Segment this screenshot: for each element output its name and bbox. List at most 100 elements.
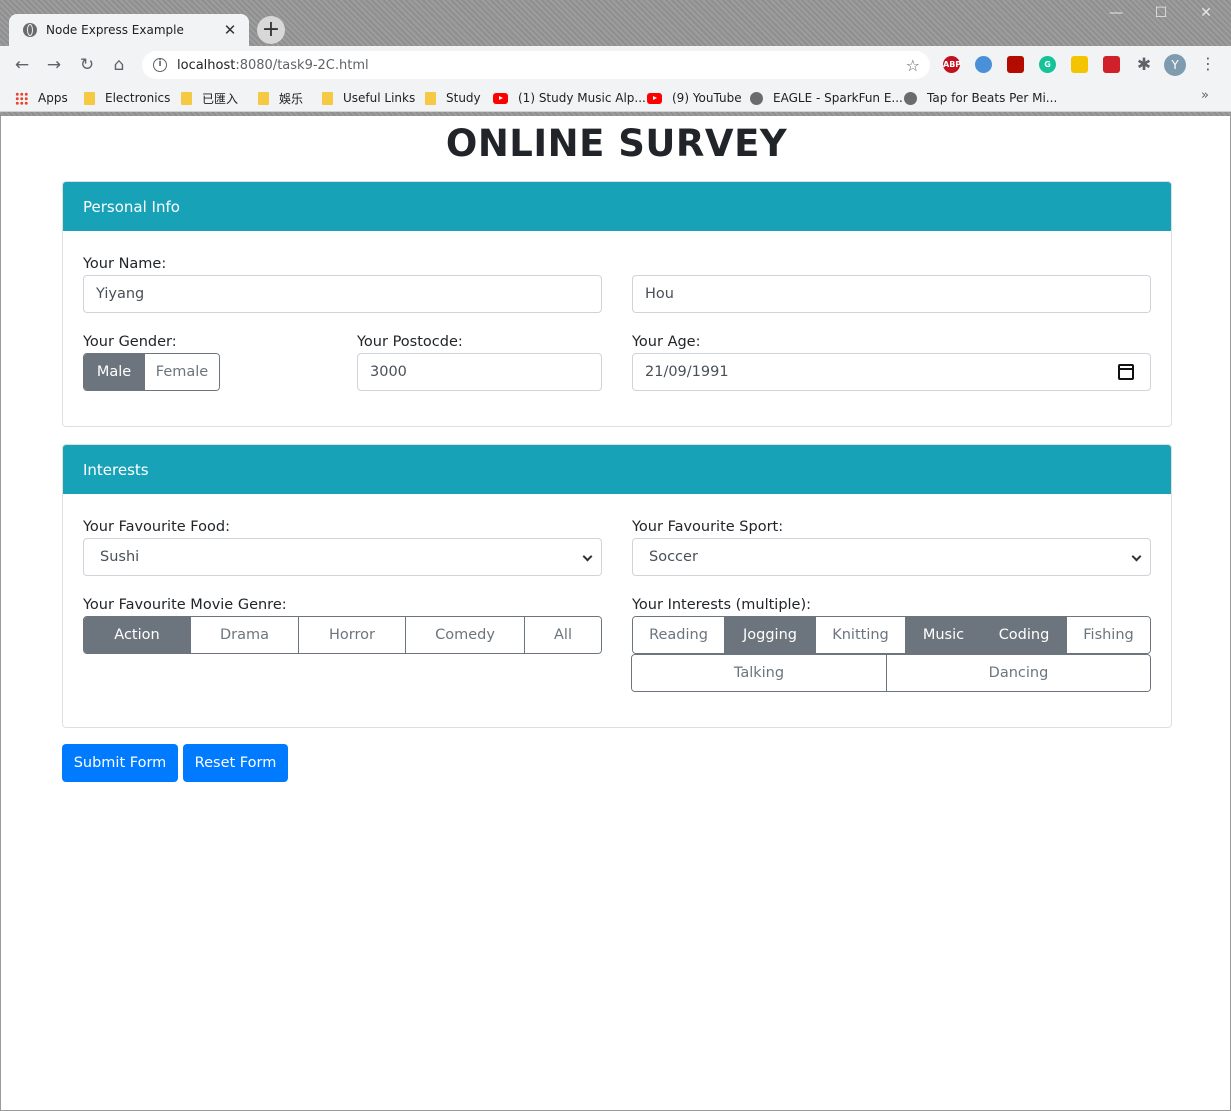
age-label: Your Age: xyxy=(632,334,701,350)
acrobat-extension-icon[interactable] xyxy=(1007,56,1024,73)
folder-icon xyxy=(425,91,436,105)
grammarly-extension-icon[interactable]: G xyxy=(1039,56,1056,73)
bookmark-eagle-sparkfun[interactable]: EAGLE - SparkFun E... xyxy=(750,89,903,107)
bookmark-label: Study xyxy=(446,91,481,105)
sport-selected-value: Soccer xyxy=(649,549,698,565)
postcode-input[interactable]: 3000 xyxy=(357,353,602,391)
youtube-icon xyxy=(493,92,508,104)
media-extension-icon[interactable] xyxy=(1103,56,1120,73)
dob-date-input[interactable]: 21/09/1991 xyxy=(632,353,1151,391)
bookmark-useful-links[interactable]: Useful Links xyxy=(322,89,415,107)
browser-tab[interactable]: Node Express Example ✕ xyxy=(9,14,249,46)
adblock-extension-icon[interactable]: ABP xyxy=(943,56,961,73)
bookmarks-bar: Apps Electronics 已匯入 娛乐 Useful Links Stu… xyxy=(0,84,1231,112)
last-name-input[interactable]: Hou xyxy=(632,275,1151,313)
browser-chrome: Node Express Example ✕ + — ☐ ✕ ← → ↻ ⌂ i… xyxy=(0,0,1231,116)
url-host: localhost xyxy=(177,57,236,73)
back-icon[interactable]: ← xyxy=(10,53,34,77)
interest-jogging-button[interactable]: Jogging xyxy=(724,617,815,653)
interest-music-button[interactable]: Music xyxy=(905,617,981,653)
profile-avatar[interactable]: Y xyxy=(1164,54,1186,76)
interests-toggle-row-1: Reading Jogging Knitting Music Coding Fi… xyxy=(632,616,1151,654)
interest-coding-button[interactable]: Coding xyxy=(981,617,1066,653)
tab-close-icon[interactable]: ✕ xyxy=(221,21,239,39)
genre-action-button[interactable]: Action xyxy=(84,617,190,653)
name-label: Your Name: xyxy=(83,256,167,272)
interest-talking-button[interactable]: Talking xyxy=(632,655,886,691)
folder-icon xyxy=(181,91,192,105)
maximize-icon[interactable]: ☐ xyxy=(1151,5,1171,21)
first-name-input[interactable]: Yiyang xyxy=(83,275,602,313)
tab-strip: Node Express Example ✕ + — ☐ ✕ xyxy=(0,0,1231,46)
calendar-icon[interactable] xyxy=(1118,364,1134,380)
movie-genre-label: Your Favourite Movie Genre: xyxy=(83,597,287,613)
bookmark-label: (1) Study Music Alp... xyxy=(518,91,646,105)
bookmark-label: Apps xyxy=(38,91,68,105)
address-bar[interactable]: i localhost:8080/task9-2C.html ☆ xyxy=(142,51,930,79)
food-select[interactable]: Sushi xyxy=(83,538,602,576)
bookmark-study-music[interactable]: (1) Study Music Alp... xyxy=(493,89,646,107)
sport-select[interactable]: Soccer xyxy=(632,538,1151,576)
reload-icon[interactable]: ↻ xyxy=(75,53,99,77)
bookmark-tap-bpm[interactable]: Tap for Beats Per Mi... xyxy=(904,89,1057,107)
forward-icon[interactable]: → xyxy=(42,53,66,77)
icloud-extension-icon[interactable] xyxy=(975,56,992,73)
bookmark-entertainment[interactable]: 娛乐 xyxy=(258,89,303,107)
bookmark-electronics[interactable]: Electronics xyxy=(84,89,170,107)
chevron-down-icon xyxy=(582,551,593,562)
gender-label: Your Gender: xyxy=(83,334,177,350)
folder-icon xyxy=(84,91,95,105)
globe-icon xyxy=(750,91,763,105)
interest-knitting-button[interactable]: Knitting xyxy=(815,617,905,653)
url-text: localhost:8080/task9-2C.html xyxy=(177,58,906,73)
bookmark-label: 娛乐 xyxy=(279,91,304,106)
bookmarks-overflow-icon[interactable]: » xyxy=(1201,88,1209,103)
postcode-label: Your Postocde: xyxy=(357,334,463,350)
youtube-icon xyxy=(647,92,662,104)
bookmark-label: EAGLE - SparkFun E... xyxy=(773,91,903,105)
globe-icon xyxy=(23,23,37,37)
food-label: Your Favourite Food: xyxy=(83,519,230,535)
submit-form-button[interactable]: Submit Form xyxy=(62,744,178,782)
extensions-puzzle-icon[interactable]: ✱ xyxy=(1132,53,1156,77)
bookmark-label: Electronics xyxy=(105,91,171,105)
bookmark-youtube[interactable]: (9) YouTube xyxy=(647,89,742,107)
personal-info-card: Personal Info Your Name: Yiyang Hou Your… xyxy=(62,181,1172,427)
reset-form-button[interactable]: Reset Form xyxy=(183,744,288,782)
home-icon[interactable]: ⌂ xyxy=(107,53,131,77)
personal-info-header: Personal Info xyxy=(63,182,1171,231)
chevron-down-icon xyxy=(1131,551,1142,562)
folder-icon xyxy=(258,91,269,105)
tab-title: Node Express Example xyxy=(46,23,184,37)
interests-label: Your Interests (multiple): xyxy=(632,597,812,613)
interest-dancing-button[interactable]: Dancing xyxy=(886,655,1150,691)
interests-card: Interests Your Favourite Food: Sushi You… xyxy=(62,444,1172,728)
gender-male-button[interactable]: Male xyxy=(84,354,144,390)
close-window-icon[interactable]: ✕ xyxy=(1196,5,1216,21)
bookmark-label: 已匯入 xyxy=(202,91,239,106)
genre-all-button[interactable]: All xyxy=(524,617,601,653)
genre-drama-button[interactable]: Drama xyxy=(190,617,298,653)
sort-extension-icon[interactable] xyxy=(1071,56,1088,73)
globe-icon xyxy=(904,91,917,105)
bookmark-apps[interactable]: Apps xyxy=(15,89,68,107)
site-info-icon[interactable]: i xyxy=(153,58,167,72)
bookmark-label: Useful Links xyxy=(343,91,416,105)
page-title: ONLINE SURVEY xyxy=(445,122,788,165)
genre-horror-button[interactable]: Horror xyxy=(298,617,405,653)
bookmark-label: Tap for Beats Per Mi... xyxy=(927,91,1058,105)
interest-fishing-button[interactable]: Fishing xyxy=(1066,617,1150,653)
bookmark-label: (9) YouTube xyxy=(672,91,742,105)
bookmark-imported[interactable]: 已匯入 xyxy=(181,89,238,107)
bookmark-star-icon[interactable]: ☆ xyxy=(906,56,920,75)
folder-icon xyxy=(322,91,333,105)
new-tab-button[interactable]: + xyxy=(257,16,285,44)
interest-reading-button[interactable]: Reading xyxy=(633,617,724,653)
interests-toggle-row-2: Talking Dancing xyxy=(631,654,1151,692)
bookmark-study[interactable]: Study xyxy=(425,89,481,107)
genre-comedy-button[interactable]: Comedy xyxy=(405,617,524,653)
browser-menu-icon[interactable]: ⋮ xyxy=(1200,54,1216,73)
minimize-icon[interactable]: — xyxy=(1106,5,1126,21)
url-path: :8080/task9-2C.html xyxy=(235,57,369,73)
gender-female-button[interactable]: Female xyxy=(144,354,219,390)
